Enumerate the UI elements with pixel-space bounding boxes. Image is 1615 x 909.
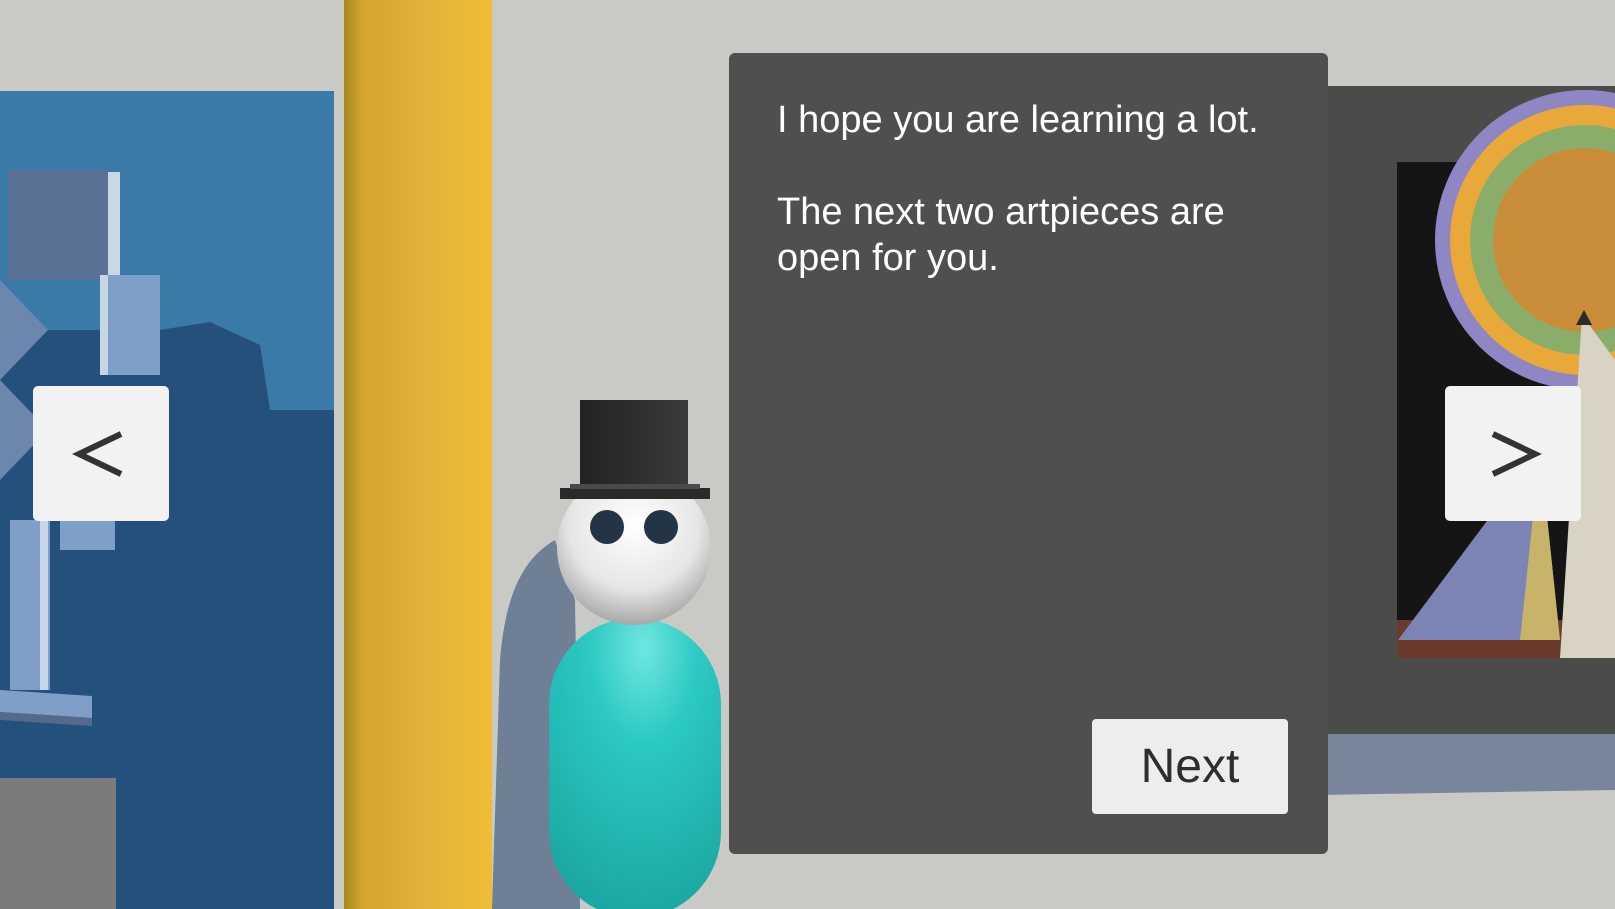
right-artwork [1397, 90, 1615, 658]
chevron-right-icon [1491, 430, 1542, 477]
next-artwork-button[interactable] [1445, 386, 1581, 521]
dialog-line-2: The next two artpieces are open for you. [777, 191, 1225, 279]
right-eye [644, 510, 678, 544]
chevron-left-icon [72, 430, 123, 477]
previous-artwork-button[interactable] [33, 386, 169, 521]
yellow-pillar [344, 0, 492, 909]
dialog-box: I hope you are learning a lot. The next … [729, 53, 1328, 854]
dialog-line-1: I hope you are learning a lot. [777, 99, 1259, 141]
dialog-text: I hope you are learning a lot. The next … [777, 97, 1297, 327]
next-button[interactable]: Next [1092, 719, 1288, 814]
left-eye [590, 510, 624, 544]
